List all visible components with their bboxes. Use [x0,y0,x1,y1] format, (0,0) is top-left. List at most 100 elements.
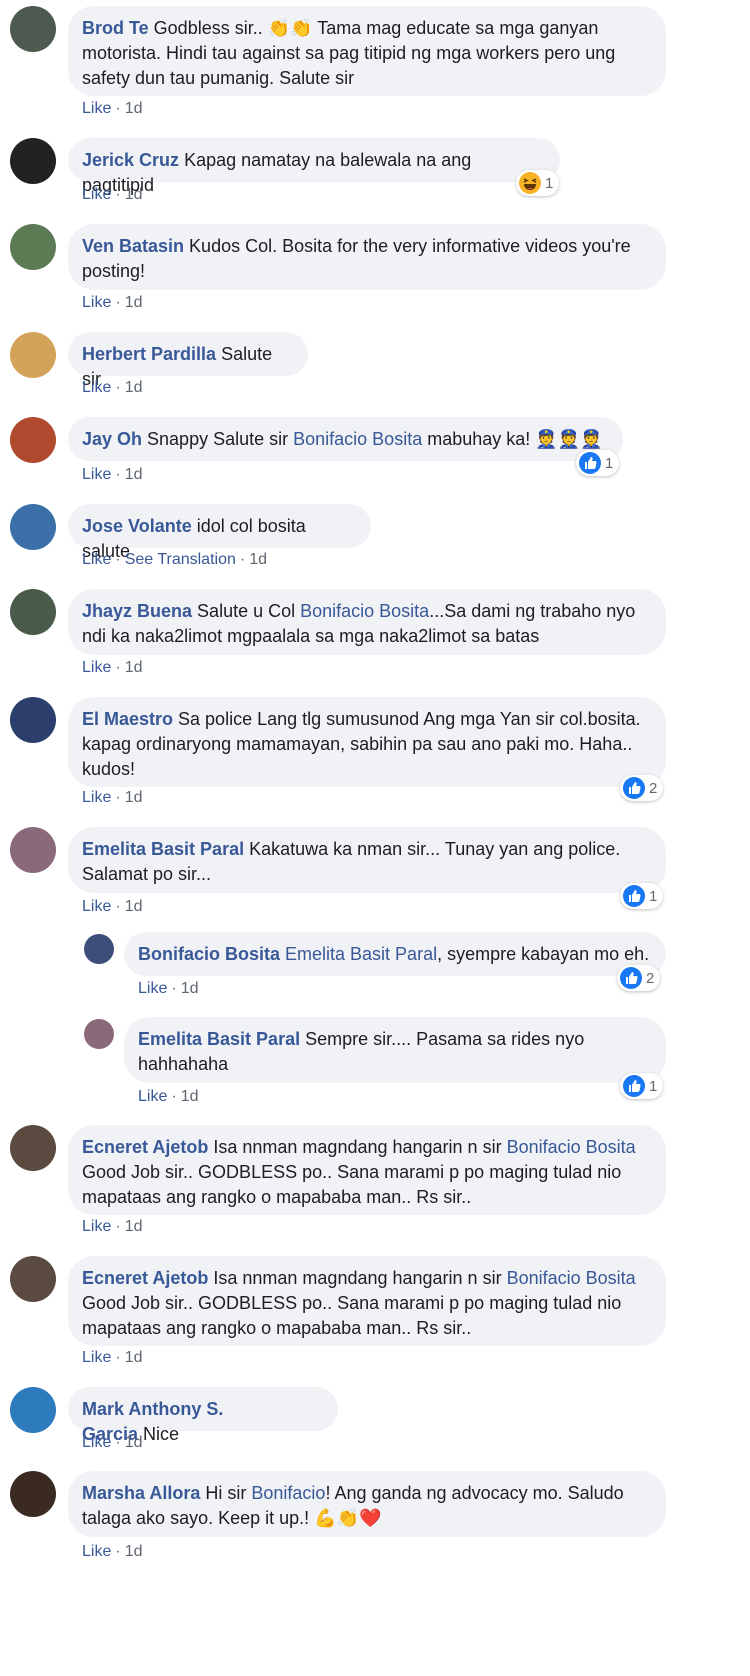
like-button[interactable]: Like [82,1349,111,1366]
reaction-summary[interactable]: 1 [516,170,560,196]
separator-dot: · [115,789,121,806]
separator-dot: · [115,186,121,203]
comment-bubble: El Maestro Sa police Lang tlg sumusunod A… [68,697,666,787]
avatar[interactable] [10,1471,56,1517]
avatar[interactable] [10,589,56,635]
mention-link[interactable]: Bonifacio Bosita [293,429,422,449]
avatar[interactable] [10,138,56,184]
comment-item: Jose Volante idol col bosita salute Like · S… [0,504,750,575]
like-button[interactable]: Like [138,1088,167,1105]
comment-author-link[interactable]: Ecneret Ajetob [82,1137,208,1157]
comment-author-link[interactable]: Jose Volante [82,516,192,536]
timestamp[interactable]: 1d [125,659,143,676]
reaction-summary[interactable]: 1 [576,450,620,476]
comment-author-link[interactable]: Ecneret Ajetob [82,1268,208,1288]
avatar[interactable] [10,827,56,873]
timestamp[interactable]: 1d [125,1218,143,1235]
timestamp[interactable]: 1d [249,551,267,568]
reaction-summary[interactable]: 1 [620,1073,664,1099]
comment-author-link[interactable]: Jerick Cruz [82,150,179,170]
comment-actions: Like · 1d [82,100,142,118]
comment-item: Jhayz Buena Salute u Col Bonifacio Bosita… [0,589,750,683]
comment-actions: Like · 1d [82,898,142,916]
timestamp[interactable]: 1d [125,294,143,311]
like-button[interactable]: Like [138,980,167,997]
avatar[interactable] [10,6,56,52]
avatar[interactable] [10,1125,56,1171]
timestamp[interactable]: 1d [181,1088,199,1105]
timestamp[interactable]: 1d [181,980,199,997]
timestamp[interactable]: 1d [125,466,143,483]
like-reaction-icon [623,1075,645,1097]
comment-bubble: Brod Te Godbless sir.. 👏👏 Tama mag educat… [68,6,666,96]
separator-dot: · [115,294,121,311]
mention-link[interactable]: Bonifacio Bosita [300,601,429,621]
comment-actions: Like · 1d [82,1434,142,1452]
comment-author-link[interactable]: Marsha Allora [82,1483,200,1503]
avatar[interactable] [10,417,56,463]
separator-dot: · [115,466,121,483]
separator-dot: · [115,379,121,396]
comment-author-link[interactable]: Jhayz Buena [82,601,192,621]
comment-author-link[interactable]: Emelita Basit Paral [82,839,244,859]
comment-author-link[interactable]: Ven Batasin [82,236,184,256]
comment-item: Ecneret Ajetob Isa nnman magndang hangari… [0,1125,750,1242]
like-button[interactable]: Like [82,379,111,396]
timestamp[interactable]: 1d [125,1543,143,1560]
separator-dot: · [115,100,121,117]
like-button[interactable]: Like [82,1218,111,1235]
avatar[interactable] [10,332,56,378]
comment-author-link[interactable]: Emelita Basit Paral [138,1029,300,1049]
comment-text: Nice [143,1424,180,1444]
like-button[interactable]: Like [82,551,111,568]
like-reaction-icon [623,885,645,907]
like-button[interactable]: Like [82,898,111,915]
avatar[interactable] [84,934,114,964]
comment-text: Good Job sir.. GODBLESS po.. Sana marami… [82,1162,622,1207]
avatar[interactable] [84,1019,114,1049]
like-button[interactable]: Like [82,466,111,483]
comment-author-link[interactable]: Jay Oh [82,429,142,449]
timestamp[interactable]: 1d [125,1434,143,1451]
reaction-summary[interactable]: 2 [617,965,661,991]
comment-author-link[interactable]: Herbert Pardilla [82,344,216,364]
like-button[interactable]: Like [82,186,111,203]
see-translation-link[interactable]: See Translation [125,551,236,568]
mention-link[interactable]: Bonifacio Bosita [507,1268,636,1288]
separator-dot: · [115,1349,121,1366]
like-reaction-icon [620,967,642,989]
timestamp[interactable]: 1d [125,789,143,806]
reaction-summary[interactable]: 1 [620,883,664,909]
timestamp[interactable]: 1d [125,100,143,117]
mention-link[interactable]: Bonifacio Bosita [507,1137,636,1157]
comment-bubble: Emelita Basit Paral Kakatuwa ka nman sir.… [68,827,666,893]
timestamp[interactable]: 1d [125,1349,143,1366]
like-button[interactable]: Like [82,100,111,117]
comment-item: Ven Batasin Kudos Col. Bosita for the ver… [0,224,750,318]
timestamp[interactable]: 1d [125,379,143,396]
separator-dot: · [171,980,177,997]
avatar[interactable] [10,1387,56,1433]
timestamp[interactable]: 1d [125,898,143,915]
comment-actions: Like · 1d [82,294,142,312]
like-button[interactable]: Like [82,789,111,806]
timestamp[interactable]: 1d [125,186,143,203]
avatar[interactable] [10,1256,56,1302]
comment-author-link[interactable]: Bonifacio Bosita [138,944,280,964]
comment-item: Brod Te Godbless sir.. 👏👏 Tama mag educat… [0,6,750,124]
like-button[interactable]: Like [82,1434,111,1451]
comment-actions: Like · See Translation · 1d [82,551,267,569]
comment-author-link[interactable]: Brod Te [82,18,149,38]
like-button[interactable]: Like [82,1543,111,1560]
reaction-summary[interactable]: 2 [620,775,664,801]
mention-link[interactable]: Bonifacio [251,1483,325,1503]
avatar[interactable] [10,697,56,743]
avatar[interactable] [10,224,56,270]
like-button[interactable]: Like [82,294,111,311]
comment-author-link[interactable]: El Maestro [82,709,173,729]
like-button[interactable]: Like [82,659,111,676]
mention-link[interactable]: Emelita Basit Paral [285,944,437,964]
separator-dot: · [115,1543,121,1560]
comment-bubble: Marsha Allora Hi sir Bonifacio! Ang ganda… [68,1471,666,1537]
avatar[interactable] [10,504,56,550]
